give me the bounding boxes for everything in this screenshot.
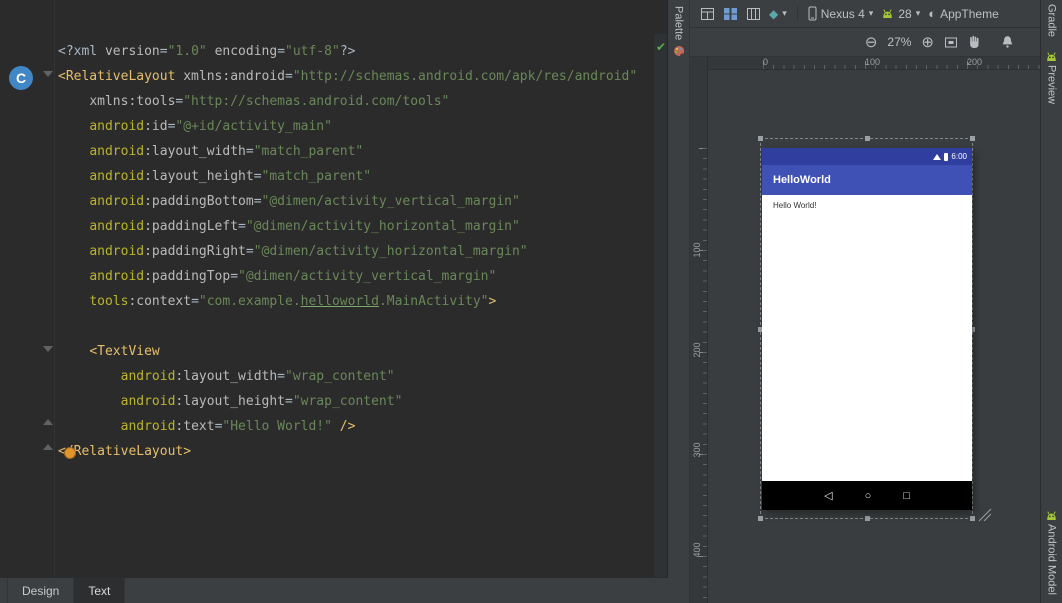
code-line[interactable]: android:paddingTop="@dimen/activity_vert… <box>58 264 637 289</box>
code-line[interactable]: android:layout_height="wrap_content" <box>58 389 637 414</box>
ruler-label: 100 <box>692 242 702 258</box>
chevron-down-icon: ▾ <box>915 8 921 18</box>
resize-handle[interactable] <box>864 516 870 521</box>
theme-icon: ◐ <box>928 6 937 21</box>
wifi-icon <box>933 153 942 160</box>
gutter-separator <box>54 0 55 577</box>
code-line[interactable]: <RelativeLayout xmlns:android="http://sc… <box>58 64 637 89</box>
nav-home-icon: ○ <box>864 489 872 502</box>
ruler-label: 100 <box>865 57 881 67</box>
resize-handle[interactable] <box>970 136 975 141</box>
columns-mode-icon[interactable] <box>746 7 761 21</box>
intention-bulb-icon[interactable] <box>64 447 76 459</box>
code-line[interactable]: android:layout_width="wrap_content" <box>58 364 637 389</box>
inspections-ok-icon: ✔ <box>655 40 666 54</box>
zoom-out-button[interactable]: ⊖ <box>865 35 878 50</box>
code-line[interactable]: xmlns:tools="http://schemas.android.com/… <box>58 89 637 114</box>
configuration-icon[interactable] <box>700 7 715 21</box>
tab-text[interactable]: Text <box>73 578 126 603</box>
device-selector-label: Nexus 4 <box>820 6 865 21</box>
preview-config-toolbar: ◆ ▾ Nexus 4 ▾ 28 ▾ ◐ AppTheme <box>690 0 1040 28</box>
chevron-down-icon: ▾ <box>782 8 787 18</box>
ruler-label: 200 <box>967 57 983 67</box>
code-line[interactable]: android:layout_height="match_parent" <box>58 164 637 189</box>
zoom-fit-button[interactable] <box>944 36 958 49</box>
device-status-bar: 6:00 <box>762 148 972 165</box>
code-line[interactable]: android:paddingRight="@dimen/activity_ho… <box>58 239 637 264</box>
code-line[interactable]: </RelativeLayout> <box>58 439 637 464</box>
design-canvas[interactable]: 0 100 200 100 200 300 400 6:00 HelloWorl… <box>690 57 1040 603</box>
variant-icon: ◆ <box>769 6 779 21</box>
xml-editor-pane: C <?xml version="1.0" encoding="utf-8"?>… <box>0 0 668 603</box>
device-selector[interactable]: Nexus 4 ▾ <box>808 6 874 21</box>
zoom-level-label: 27% <box>887 35 912 49</box>
device-nav-bar: ◁ ○ □ <box>762 481 972 510</box>
grid-mode-icon[interactable] <box>723 7 738 21</box>
api-level-selector[interactable]: 28 ▾ <box>881 7 920 21</box>
palette-tab[interactable]: Palette <box>673 6 685 40</box>
ruler-label: 0 <box>763 57 769 67</box>
nav-recents-icon: □ <box>903 489 910 502</box>
hello-world-text: Hello World! <box>773 201 817 210</box>
code-line[interactable]: android:paddingLeft="@dimen/activity_hor… <box>58 214 637 239</box>
phone-icon <box>808 6 817 21</box>
app-title: HelloWorld <box>773 174 831 186</box>
code-line[interactable]: android:layout_width="match_parent" <box>58 139 637 164</box>
battery-icon <box>944 152 949 161</box>
tool-window-stripe-right: Gradle Preview Android Model <box>1040 0 1062 603</box>
device-preview[interactable]: 6:00 HelloWorld Hello World! ◁ ○ □ <box>762 148 972 510</box>
preview-tab[interactable]: Preview <box>1045 51 1058 104</box>
nav-back-icon: ◁ <box>824 490 833 502</box>
palette-icon <box>673 46 684 57</box>
tool-window-stripe-left: Palette <box>668 0 690 603</box>
resize-handle[interactable] <box>970 516 975 521</box>
v-ruler: 100 200 300 400 <box>690 57 708 603</box>
device-content[interactable]: Hello World! <box>762 195 972 481</box>
preview-zoom-toolbar: ⊖ 27% ⊕ <box>690 28 1040 57</box>
code-line[interactable]: android:paddingBottom="@dimen/activity_v… <box>58 189 637 214</box>
fold-end-icon[interactable] <box>43 419 53 425</box>
h-ruler: 0 100 200 <box>708 57 1040 70</box>
android-icon <box>1047 511 1056 521</box>
class-gutter-icon[interactable]: C <box>9 66 33 90</box>
theme-selector-label: AppTheme <box>940 6 999 21</box>
status-time: 6:00 <box>951 152 967 161</box>
pan-hand-button[interactable] <box>968 35 981 49</box>
variant-selector[interactable]: ◆ ▾ <box>769 7 787 21</box>
resize-handle[interactable] <box>864 136 870 141</box>
zoom-in-button[interactable]: ⊕ <box>921 35 934 50</box>
editor-scrollbar[interactable]: ✔ <box>653 34 667 577</box>
android-icon <box>883 9 893 18</box>
ruler-label: 300 <box>692 442 702 458</box>
notifications-bell-icon[interactable] <box>1001 35 1014 49</box>
api-level-label: 28 <box>898 6 912 21</box>
fold-collapse-icon[interactable] <box>43 71 53 77</box>
android-model-tab[interactable]: Android Model <box>1045 510 1058 595</box>
android-studio-window: C <?xml version="1.0" encoding="utf-8"?>… <box>0 0 1062 603</box>
code-line[interactable]: <?xml version="1.0" encoding="utf-8"?> <box>58 39 637 64</box>
code-line[interactable]: android:text="Hello World!" /> <box>58 414 637 439</box>
code-line[interactable]: tools:context="com.example.helloworld.Ma… <box>58 289 637 314</box>
preview-pane: Palette ◆ ▾ Nexus 4 ▾ 28 ▾ ◐ AppTheme ⊖ … <box>668 0 1040 603</box>
tab-design[interactable]: Design <box>7 578 75 603</box>
ruler-label: 200 <box>692 342 702 358</box>
code-area[interactable]: <?xml version="1.0" encoding="utf-8"?> <R… <box>58 39 637 464</box>
resize-handle[interactable] <box>758 516 763 521</box>
device-app-bar: HelloWorld <box>762 165 972 195</box>
code-line[interactable]: <TextView <box>58 339 637 364</box>
toolbar-separator <box>796 5 798 22</box>
fold-collapse-icon[interactable] <box>43 346 53 352</box>
gradle-tab[interactable]: Gradle <box>1046 4 1058 37</box>
resize-grip-icon[interactable] <box>977 507 993 523</box>
resize-handle[interactable] <box>758 136 763 141</box>
preview-content: ◆ ▾ Nexus 4 ▾ 28 ▾ ◐ AppTheme ⊖ 27% ⊕ 0 … <box>690 0 1040 603</box>
ruler-label: 400 <box>692 542 702 558</box>
code-line[interactable] <box>58 314 637 339</box>
theme-selector[interactable]: ◐ AppTheme <box>928 7 999 21</box>
chevron-down-icon: ▾ <box>868 8 874 18</box>
android-icon <box>1047 52 1056 62</box>
editor-view-tabs: Design Text <box>0 577 668 603</box>
code-line[interactable]: android:id="@+id/activity_main" <box>58 114 637 139</box>
fold-end-icon[interactable] <box>43 444 53 450</box>
